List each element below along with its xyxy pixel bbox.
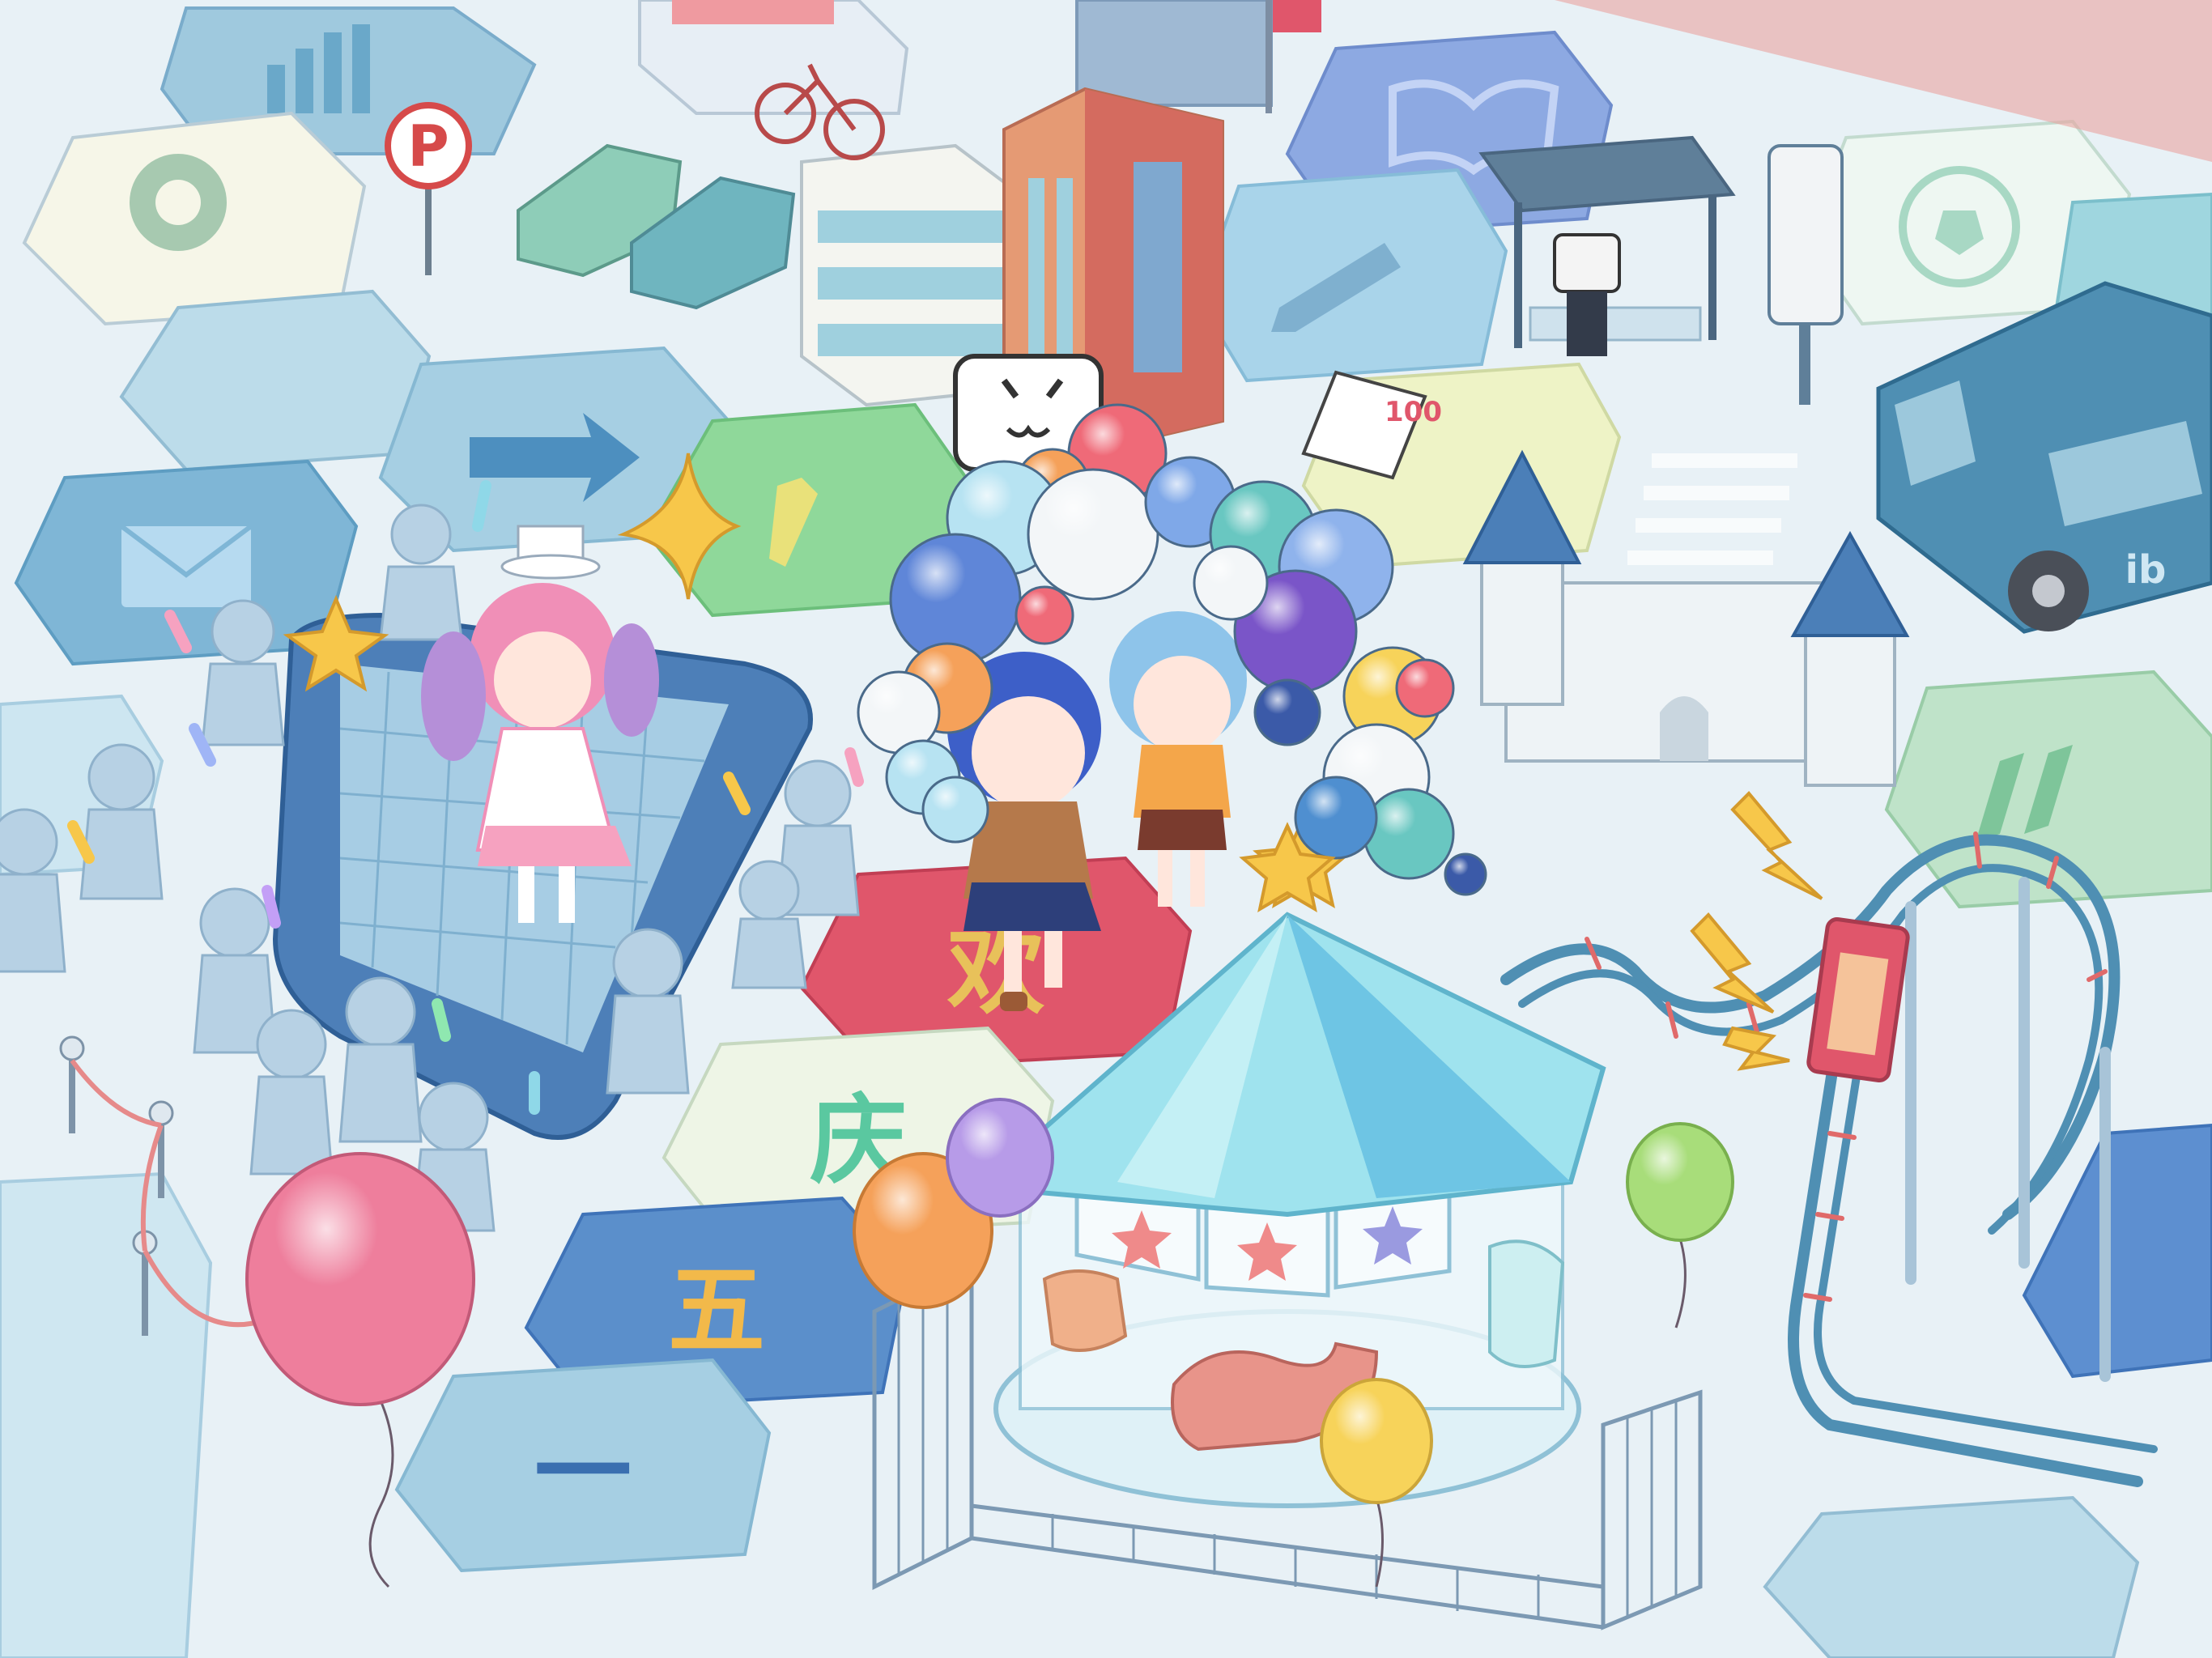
balloon-shine <box>1364 789 1453 878</box>
carousel-horse <box>1488 1239 1565 1368</box>
tile-settings[interactable] <box>22 111 367 326</box>
tile-blank-6[interactable] <box>1763 1495 2140 1658</box>
fan-figure <box>606 928 690 1095</box>
balloon-shine <box>1028 470 1158 599</box>
fan-figure <box>379 504 463 641</box>
tile-char-4[interactable]: 一 <box>394 1358 772 1573</box>
balloon-shine <box>1295 777 1376 858</box>
char-huan: 欢 <box>946 915 1044 1027</box>
parking-sign-label: P <box>407 113 449 180</box>
fan-figure <box>731 860 807 989</box>
shop <box>638 0 909 115</box>
balloon-shine <box>1445 854 1486 895</box>
balloon-shine <box>1255 680 1320 745</box>
carousel-horse <box>1042 1269 1128 1352</box>
balloon-shine <box>1194 546 1267 619</box>
bus-badge: ib <box>2125 547 2167 593</box>
fan-figure <box>79 743 164 900</box>
test-paper-score: 100 <box>1385 396 1442 428</box>
tile-pencil[interactable] <box>1196 168 1508 383</box>
fan-figure <box>249 1009 334 1175</box>
balloon-shine <box>1016 587 1073 644</box>
envelope-icon <box>120 524 253 607</box>
fan-figure <box>201 599 285 746</box>
office-tower <box>1075 0 1273 107</box>
theme-park-board-scene: 欢 庆 五 一 P ib 100 <box>0 0 2212 1658</box>
balloon-shine <box>923 777 988 842</box>
gear-icon <box>130 154 227 251</box>
char-wu: 五 <box>668 1255 765 1367</box>
tile-pause[interactable] <box>1884 670 2212 909</box>
fan-figure <box>338 976 423 1143</box>
pond <box>0 1171 213 1658</box>
balloon-shine <box>1397 660 1453 716</box>
fan-figure <box>0 808 66 973</box>
char-yi: 一 <box>534 1417 632 1529</box>
purple-balloon <box>946 1098 1054 1218</box>
